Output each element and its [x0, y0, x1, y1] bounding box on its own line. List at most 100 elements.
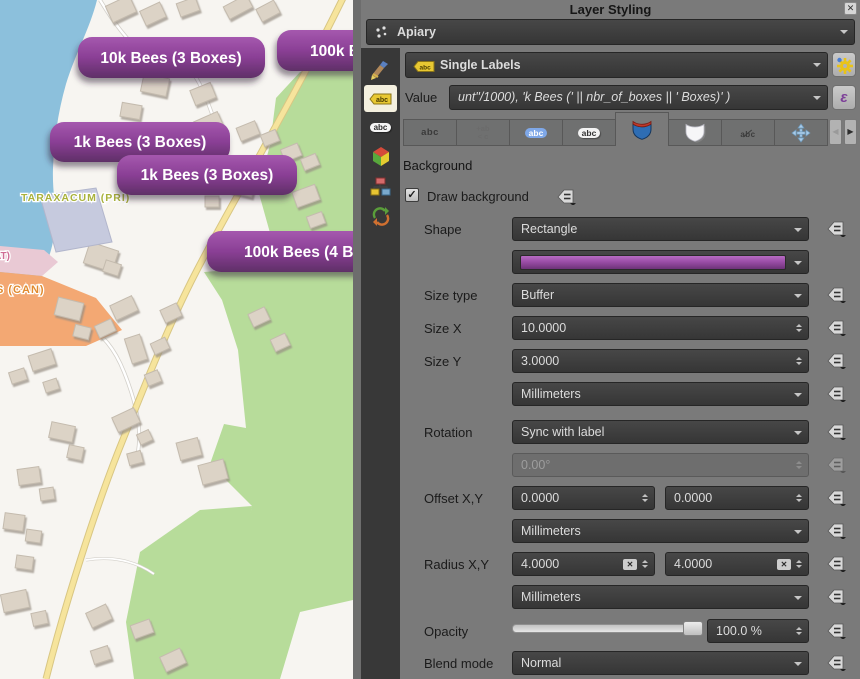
opacity-slider-handle[interactable]: [683, 621, 703, 636]
size-units-combo[interactable]: Millimeters: [512, 382, 809, 406]
sidebar-item-labels[interactable]: abc: [364, 85, 397, 112]
clear-icon[interactable]: ✕: [623, 559, 637, 570]
rotation-value: Sync with label: [521, 425, 604, 439]
spin-up-icon: [796, 458, 802, 464]
spin-down-icon[interactable]: [642, 499, 648, 505]
close-icon[interactable]: ✕: [844, 2, 857, 15]
spin-down-icon[interactable]: [796, 329, 802, 335]
spin-up-icon[interactable]: [796, 624, 802, 630]
sidebar-item-3d-view[interactable]: [364, 143, 397, 170]
opacity-value: 100.0 %: [716, 624, 762, 638]
size-x-spinbox[interactable]: 10.0000: [512, 316, 809, 340]
spin-up-icon[interactable]: [796, 321, 802, 327]
tab-text[interactable]: abc: [403, 119, 457, 146]
offset-units-combo[interactable]: Millimeters: [512, 519, 809, 543]
background-shield-icon: [631, 119, 653, 140]
paintbrush-icon: [370, 59, 392, 81]
spin-down-icon[interactable]: [642, 565, 648, 571]
size-y-value: 3.0000: [521, 354, 559, 368]
point-layer-icon: [374, 25, 390, 41]
epsilon-icon: ε: [840, 89, 847, 106]
size-type-combo[interactable]: Buffer: [512, 283, 809, 307]
sidebar-item-symbology[interactable]: [364, 56, 397, 83]
radius-y-value: 4.0000: [674, 557, 712, 571]
chevron-down-icon: [794, 431, 802, 439]
blend-mode-label: Blend mode: [424, 656, 493, 671]
tab-background[interactable]: [615, 112, 669, 146]
data-defined-override-icon[interactable]: [557, 189, 577, 205]
blend-mode-combo[interactable]: Normal: [512, 651, 809, 675]
radius-units-combo[interactable]: Millimeters: [512, 585, 809, 609]
spin-down-icon[interactable]: [796, 499, 802, 505]
opacity-slider-track[interactable]: [512, 624, 703, 633]
data-defined-override-icon[interactable]: [827, 424, 847, 440]
expression-builder-button[interactable]: ε: [832, 85, 856, 110]
data-defined-override-icon[interactable]: [827, 523, 847, 539]
tab-shadow[interactable]: [668, 119, 722, 146]
data-defined-override-icon[interactable]: [827, 221, 847, 237]
tab-scroll-right-button[interactable]: ▶: [844, 119, 857, 145]
size-type-value: Buffer: [521, 288, 554, 302]
data-defined-override-icon[interactable]: [827, 287, 847, 303]
opacity-spinbox[interactable]: 100.0 %: [707, 619, 809, 643]
radius-x-spinbox[interactable]: 4.0000 ✕: [512, 552, 655, 576]
rotation-combo[interactable]: Sync with label: [512, 420, 809, 444]
label-method-selector[interactable]: abc Single Labels: [405, 52, 828, 78]
blend-mode-value: Normal: [521, 656, 561, 670]
data-defined-override-icon[interactable]: [827, 623, 847, 639]
map-svg: TARAXACUM (PRI) AT) S (CAN) 10k Bees (3 …: [0, 0, 353, 679]
bee-label: 1k Bees (3 Boxes): [141, 167, 274, 184]
radius-label: Radius X,Y: [424, 557, 489, 572]
automated-placement-button[interactable]: [832, 52, 856, 77]
data-defined-override-icon[interactable]: [827, 556, 847, 572]
size-y-spinbox[interactable]: 3.0000: [512, 349, 809, 373]
bee-label: 100k B: [310, 43, 353, 60]
tab-buffer[interactable]: abc: [509, 119, 563, 146]
tab-mask[interactable]: abc: [562, 119, 616, 146]
offset-x-spinbox[interactable]: 0.0000: [512, 486, 655, 510]
sidebar-item-history[interactable]: [364, 202, 397, 229]
size-x-value: 10.0000: [521, 321, 566, 335]
svg-text:abc: abc: [376, 97, 388, 104]
tab-formatting[interactable]: +ab< c: [456, 119, 510, 146]
spin-down-icon[interactable]: [796, 362, 802, 368]
data-defined-override-icon[interactable]: [827, 320, 847, 336]
spin-up-icon[interactable]: [796, 557, 802, 563]
map-canvas[interactable]: TARAXACUM (PRI) AT) S (CAN) 10k Bees (3 …: [0, 0, 353, 679]
value-expression-combo[interactable]: unt"/1000), 'k Bees (' || nbr_of_boxes |…: [449, 85, 828, 110]
sidebar-item-mask[interactable]: abc: [364, 114, 397, 141]
tab-scroll-left-button[interactable]: ◀: [829, 119, 842, 145]
spin-up-icon[interactable]: [796, 491, 802, 497]
offset-x-value: 0.0000: [521, 491, 559, 505]
data-defined-override-icon[interactable]: [827, 386, 847, 402]
spin-up-icon[interactable]: [642, 557, 648, 563]
radius-x-value: 4.0000: [521, 557, 559, 571]
data-defined-override-icon[interactable]: [827, 490, 847, 506]
chevron-down-icon: [813, 63, 821, 71]
tab-callouts[interactable]: abc: [721, 119, 775, 146]
spin-down-icon[interactable]: [796, 565, 802, 571]
layer-selector[interactable]: Apiary: [366, 19, 855, 45]
radius-units-value: Millimeters: [521, 590, 581, 604]
chevron-down-icon: [794, 662, 802, 670]
spin-down-icon[interactable]: [796, 632, 802, 638]
sidebar-item-diagrams[interactable]: [364, 173, 397, 200]
diagram-icon: [370, 177, 391, 196]
tab-placement[interactable]: [774, 119, 828, 146]
data-defined-override-icon[interactable]: [827, 589, 847, 605]
data-defined-override-icon[interactable]: [827, 655, 847, 671]
fill-color-button[interactable]: [512, 250, 809, 274]
qgis-window: TARAXACUM (PRI) AT) S (CAN) 10k Bees (3 …: [0, 0, 860, 679]
data-defined-override-icon[interactable]: [827, 353, 847, 369]
map-place-label: AT): [0, 251, 10, 262]
clear-icon[interactable]: ✕: [777, 559, 791, 570]
spin-up-icon[interactable]: [796, 354, 802, 360]
offset-y-spinbox[interactable]: 0.0000: [665, 486, 809, 510]
chevron-down-icon: [813, 96, 821, 104]
styling-sidebar: abc abc: [361, 48, 400, 679]
draw-background-checkbox[interactable]: ✓: [405, 188, 419, 202]
panel-divider[interactable]: [353, 0, 361, 679]
shape-combo[interactable]: Rectangle: [512, 217, 809, 241]
radius-y-spinbox[interactable]: 4.0000 ✕: [665, 552, 809, 576]
spin-up-icon[interactable]: [642, 491, 648, 497]
